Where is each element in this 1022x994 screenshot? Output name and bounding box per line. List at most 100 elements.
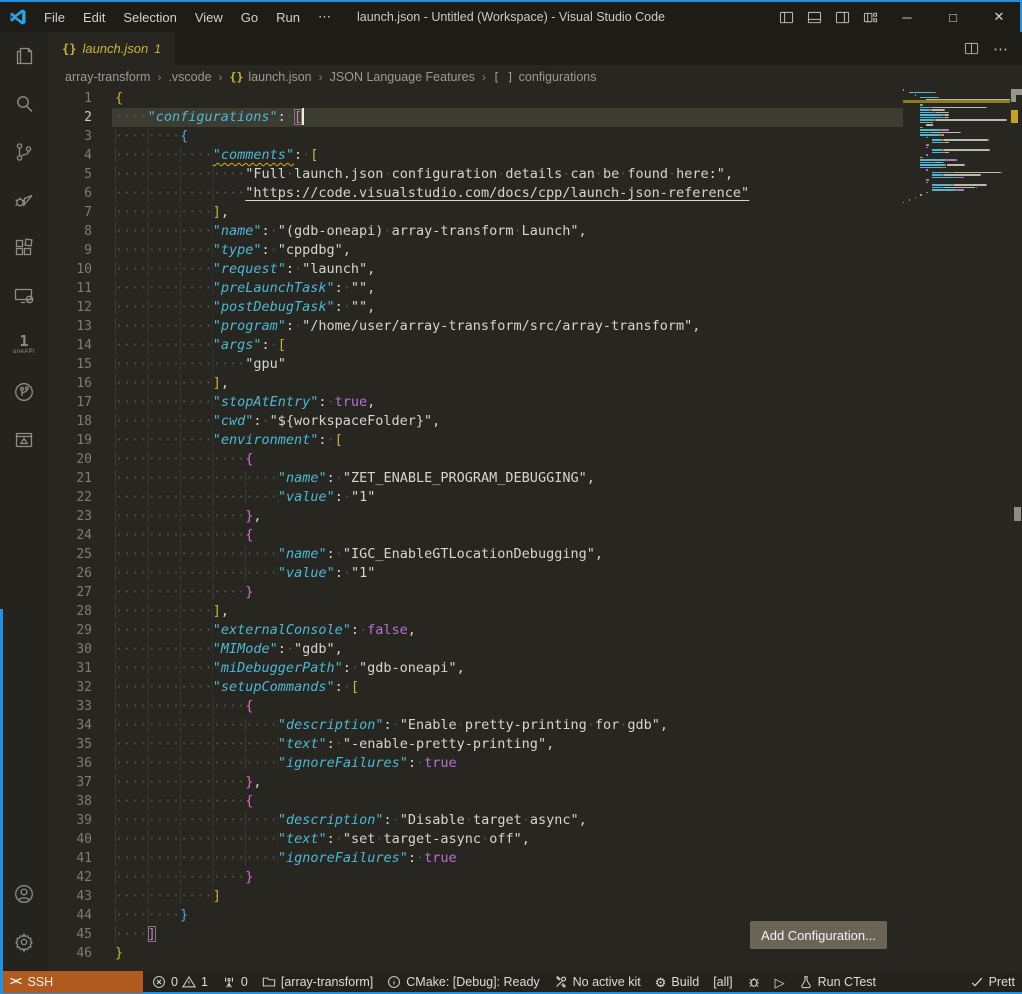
- code-line-22[interactable]: 22····················"value":·"1": [48, 488, 903, 507]
- code-line-27[interactable]: 27················}: [48, 583, 903, 602]
- line-number[interactable]: 30: [48, 640, 92, 659]
- status-prettier[interactable]: Prett: [963, 971, 1022, 993]
- line-number[interactable]: 16: [48, 374, 92, 393]
- line-number[interactable]: 24: [48, 526, 92, 545]
- tab-launch-json[interactable]: {} launch.json 1: [48, 32, 175, 65]
- maximize-button[interactable]: □: [930, 2, 976, 32]
- code-line-36[interactable]: 36····················"ignoreFailures":·…: [48, 754, 903, 773]
- line-number[interactable]: 1: [48, 89, 92, 108]
- line-number[interactable]: 9: [48, 241, 92, 260]
- activity-accounts-icon[interactable]: [0, 870, 48, 918]
- split-editor-icon[interactable]: [964, 41, 979, 56]
- code-line-29[interactable]: 29············"externalConsole":·false,: [48, 621, 903, 640]
- status-cmake-launch[interactable]: ▷: [768, 971, 792, 993]
- code-line-26[interactable]: 26····················"value":·"1": [48, 564, 903, 583]
- status-problems-warnings[interactable]: 1: [180, 971, 215, 993]
- code-editor[interactable]: 1{2····"configurations":·[3········{4···…: [48, 89, 1022, 972]
- menu-item-file[interactable]: File: [35, 2, 74, 32]
- code-line-35[interactable]: 35····················"text":·"-enable-p…: [48, 735, 903, 754]
- remote-ssh-indicator[interactable]: >< SSH: [0, 971, 143, 993]
- status-forwarded-ports[interactable]: 0: [215, 971, 255, 993]
- line-number[interactable]: 31: [48, 659, 92, 678]
- line-number[interactable]: 45: [48, 925, 92, 944]
- activity-samples-browser-icon[interactable]: [0, 416, 48, 464]
- line-number[interactable]: 28: [48, 602, 92, 621]
- code-line-43[interactable]: 43············]: [48, 887, 903, 906]
- line-number[interactable]: 15: [48, 355, 92, 374]
- line-number[interactable]: 8: [48, 222, 92, 241]
- menu-item-selection[interactable]: Selection: [114, 2, 185, 32]
- line-number[interactable]: 46: [48, 944, 92, 963]
- line-number[interactable]: 26: [48, 564, 92, 583]
- status-cmake-debug[interactable]: [740, 971, 768, 993]
- toggle-secondary-sidebar-icon[interactable]: [828, 2, 856, 32]
- activity-oneapi-icon[interactable]: 1oneAPI: [0, 320, 48, 368]
- code-line-34[interactable]: 34····················"description":·"En…: [48, 716, 903, 735]
- code-line-19[interactable]: 19············"environment":·[: [48, 431, 903, 450]
- activity-remote-explorer-icon[interactable]: [0, 272, 48, 320]
- line-number[interactable]: 42: [48, 868, 92, 887]
- line-number[interactable]: 35: [48, 735, 92, 754]
- code-line-10[interactable]: 10············"request":·"launch",: [48, 260, 903, 279]
- line-number[interactable]: 11: [48, 279, 92, 298]
- line-number[interactable]: 2: [48, 108, 92, 127]
- code-line-13[interactable]: 13············"program":·"/home/user/arr…: [48, 317, 903, 336]
- menu-item-view[interactable]: View: [186, 2, 232, 32]
- status-run-ctest[interactable]: Run CTest: [792, 971, 883, 993]
- code-line-18[interactable]: 18············"cwd":·"${workspaceFolder}…: [48, 412, 903, 431]
- code-line-24[interactable]: 24················{: [48, 526, 903, 545]
- code-line-14[interactable]: 14············"args":·[: [48, 336, 903, 355]
- line-number[interactable]: 40: [48, 830, 92, 849]
- line-number[interactable]: 10: [48, 260, 92, 279]
- code-line-15[interactable]: 15················"gpu": [48, 355, 903, 374]
- line-number[interactable]: 39: [48, 811, 92, 830]
- code-line-28[interactable]: 28············],: [48, 602, 903, 621]
- add-configuration-button[interactable]: Add Configuration...: [750, 921, 887, 949]
- activity-extensions-icon[interactable]: [0, 224, 48, 272]
- more-actions-icon[interactable]: ⋯: [993, 40, 1008, 58]
- line-number[interactable]: 7: [48, 203, 92, 222]
- code-line-2[interactable]: 2····"configurations":·[: [48, 108, 903, 127]
- code-lines[interactable]: 1{2····"configurations":·[3········{4···…: [48, 89, 903, 963]
- activity-source-control-icon[interactable]: [0, 128, 48, 176]
- minimap[interactable]: [903, 89, 1010, 239]
- breadcrumb-item-json-language-features[interactable]: JSON Language Features: [330, 70, 475, 84]
- status-cmake-status[interactable]: CMake: [Debug]: Ready: [380, 971, 546, 993]
- close-button[interactable]: ✕: [976, 2, 1022, 32]
- line-number[interactable]: 19: [48, 431, 92, 450]
- code-line-6[interactable]: 6················"https://code.visualstu…: [48, 184, 903, 203]
- code-line-4[interactable]: 4············"comments":·[: [48, 146, 903, 165]
- code-line-31[interactable]: 31············"miDebuggerPath":·"gdb-one…: [48, 659, 903, 678]
- overview-ruler[interactable]: [1010, 89, 1022, 972]
- code-line-9[interactable]: 9············"type":·"cppdbg",: [48, 241, 903, 260]
- status-cmake-target[interactable]: [all]: [706, 971, 739, 993]
- code-line-3[interactable]: 3········{: [48, 127, 903, 146]
- code-line-25[interactable]: 25····················"name":·"IGC_Enabl…: [48, 545, 903, 564]
- code-line-41[interactable]: 41····················"ignoreFailures":·…: [48, 849, 903, 868]
- line-number[interactable]: 6: [48, 184, 92, 203]
- code-line-38[interactable]: 38················{: [48, 792, 903, 811]
- code-line-7[interactable]: 7············],: [48, 203, 903, 222]
- status-workspace-folder[interactable]: [array-transform]: [255, 971, 380, 993]
- line-number[interactable]: 13: [48, 317, 92, 336]
- line-number[interactable]: 12: [48, 298, 92, 317]
- code-line-12[interactable]: 12············"postDebugTask":·"",: [48, 298, 903, 317]
- line-number[interactable]: 17: [48, 393, 92, 412]
- code-line-23[interactable]: 23················},: [48, 507, 903, 526]
- minimize-button[interactable]: ─: [884, 2, 930, 32]
- activity-devcloud-icon[interactable]: [0, 368, 48, 416]
- code-line-30[interactable]: 30············"MIMode":·"gdb",: [48, 640, 903, 659]
- menu-item-[interactable]: ⋯: [309, 2, 340, 32]
- code-line-37[interactable]: 37················},: [48, 773, 903, 792]
- status-problems-errors[interactable]: 0: [145, 971, 180, 993]
- status-cmake-kit[interactable]: No active kit: [547, 971, 648, 993]
- line-number[interactable]: 43: [48, 887, 92, 906]
- code-line-42[interactable]: 42················}: [48, 868, 903, 887]
- line-number[interactable]: 25: [48, 545, 92, 564]
- code-line-16[interactable]: 16············],: [48, 374, 903, 393]
- line-number[interactable]: 14: [48, 336, 92, 355]
- code-line-5[interactable]: 5················"Full·launch.json·confi…: [48, 165, 903, 184]
- line-number[interactable]: 18: [48, 412, 92, 431]
- code-line-40[interactable]: 40····················"text":·"set·targe…: [48, 830, 903, 849]
- line-number[interactable]: 34: [48, 716, 92, 735]
